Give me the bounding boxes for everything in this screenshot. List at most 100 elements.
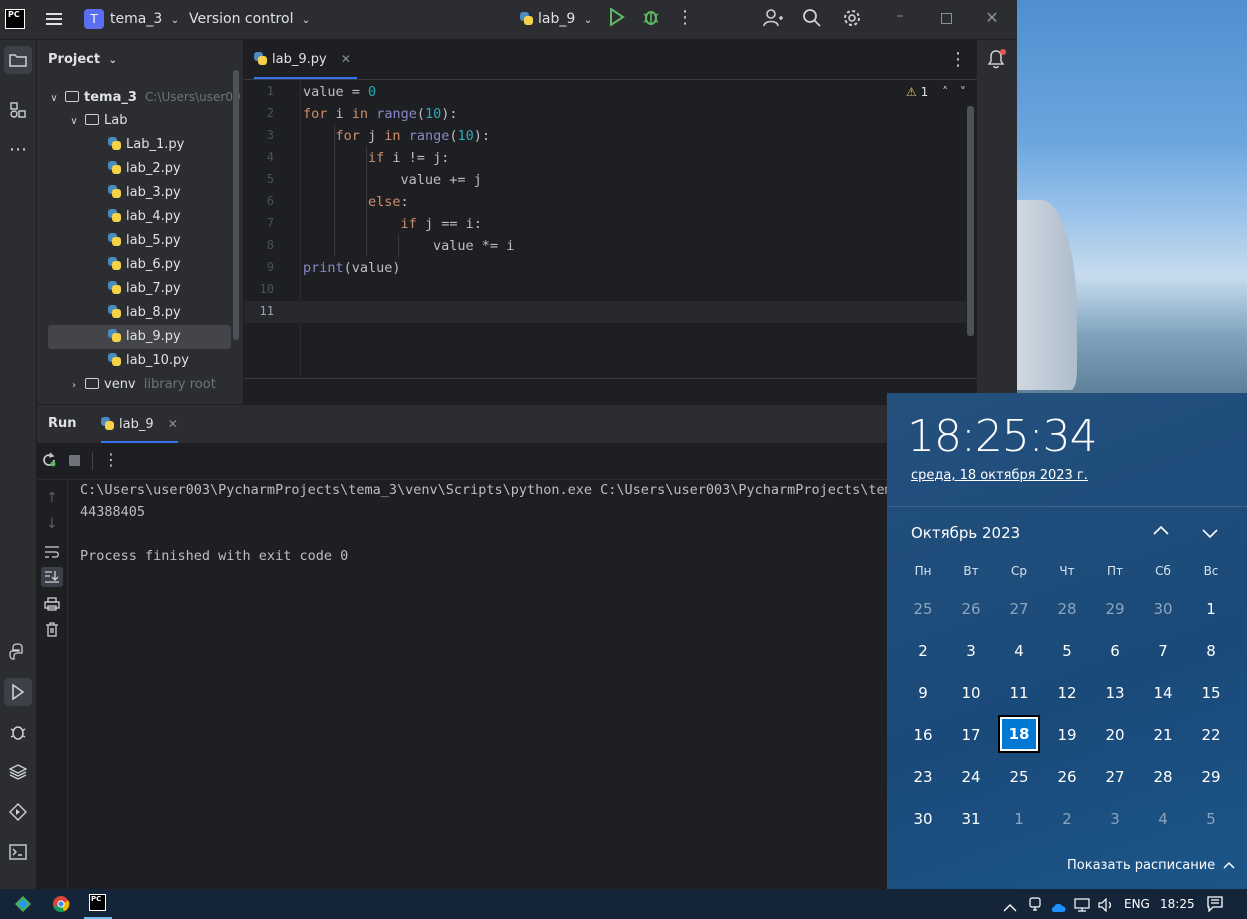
- calendar-day[interactable]: 21: [1139, 714, 1187, 756]
- tree-file-item[interactable]: lab_10.py: [48, 349, 231, 373]
- scroll-down-button[interactable]: ↓: [46, 516, 58, 532]
- taskbar-app-pycharm[interactable]: PC: [84, 889, 112, 919]
- maximize-button[interactable]: [936, 8, 956, 30]
- tray-volume-icon[interactable]: [1098, 897, 1114, 916]
- calendar-day[interactable]: 23: [899, 756, 947, 798]
- notification-center-button[interactable]: [1207, 896, 1223, 916]
- calendar-day[interactable]: 28: [1043, 588, 1091, 630]
- calendar-day[interactable]: 29: [1091, 588, 1139, 630]
- calendar-day[interactable]: 26: [947, 588, 995, 630]
- tray-network-icon[interactable]: [1074, 897, 1090, 916]
- structure-tool-button[interactable]: [4, 96, 32, 124]
- close-button[interactable]: ✕: [982, 8, 1002, 30]
- calendar-day[interactable]: 30: [1139, 588, 1187, 630]
- calendar-day[interactable]: 26: [1043, 756, 1091, 798]
- tray-meet-icon[interactable]: [1028, 896, 1042, 916]
- tree-file-item[interactable]: lab_8.py: [48, 301, 231, 325]
- calendar-day[interactable]: 28: [1139, 756, 1187, 798]
- calendar-day[interactable]: 1: [1187, 588, 1235, 630]
- close-icon[interactable]: ✕: [341, 52, 351, 66]
- chevron-up-icon[interactable]: ˄: [942, 85, 948, 99]
- services-tool-button[interactable]: [4, 798, 32, 826]
- calendar-day[interactable]: 27: [995, 588, 1043, 630]
- calendar-day[interactable]: 16: [899, 714, 947, 756]
- run-button[interactable]: [606, 7, 628, 30]
- calendar-day[interactable]: 2: [899, 630, 947, 672]
- debug-button[interactable]: [640, 8, 662, 30]
- calendar-month[interactable]: Октябрь 2023: [911, 524, 1020, 542]
- editor-tab[interactable]: lab_9.py ✕: [254, 40, 357, 79]
- calendar-day[interactable]: 9: [899, 672, 947, 714]
- calendar-day[interactable]: 2: [1043, 798, 1091, 840]
- notifications-button[interactable]: [985, 48, 1007, 74]
- taskbar-app-chrome[interactable]: [52, 895, 70, 917]
- tray-chevron-up-icon[interactable]: [1003, 898, 1017, 917]
- debug-tool-button[interactable]: [4, 718, 32, 746]
- tree-file-item[interactable]: lab_4.py: [48, 205, 231, 229]
- calendar-day[interactable]: 8: [1187, 630, 1235, 672]
- more-tools-button[interactable]: ⋯: [4, 136, 32, 164]
- calendar-day[interactable]: 7: [1139, 630, 1187, 672]
- calendar-day[interactable]: 15: [1187, 672, 1235, 714]
- calendar-day[interactable]: 12: [1043, 672, 1091, 714]
- project-panel-title[interactable]: Project ⌄: [48, 48, 117, 72]
- calendar-day[interactable]: 25: [899, 588, 947, 630]
- language-indicator[interactable]: ENG: [1124, 889, 1150, 919]
- calendar-day[interactable]: 1: [995, 798, 1043, 840]
- tree-folder-venv[interactable]: › venv library root: [67, 373, 216, 397]
- project-switcher[interactable]: tema_3 ⌄: [110, 0, 179, 39]
- clock-date-link[interactable]: среда, 18 октября 2023 г.: [911, 468, 1088, 483]
- project-tool-button[interactable]: [4, 46, 32, 74]
- calendar-day[interactable]: 5: [1043, 630, 1091, 672]
- vcs-menu[interactable]: Version control ⌄: [189, 0, 310, 39]
- run-tool-button[interactable]: [4, 678, 32, 706]
- calendar-day[interactable]: 14: [1139, 672, 1187, 714]
- run-more-button[interactable]: ⋮: [103, 450, 119, 469]
- soft-wrap-button[interactable]: [44, 544, 60, 563]
- tree-file-item[interactable]: Lab_1.py: [48, 133, 231, 157]
- calendar-day-today[interactable]: 18: [998, 715, 1040, 753]
- tree-folder-lab[interactable]: ∨ Lab: [67, 109, 127, 133]
- tray-onedrive-icon[interactable]: [1050, 898, 1068, 917]
- layers-tool-button[interactable]: [4, 758, 32, 786]
- tree-file-item[interactable]: lab_9.py: [48, 325, 231, 349]
- show-schedule-button[interactable]: Показать расписание: [1067, 858, 1235, 873]
- close-icon[interactable]: ✕: [168, 417, 178, 431]
- calendar-day[interactable]: 19: [1043, 714, 1091, 756]
- calendar-day[interactable]: 3: [947, 630, 995, 672]
- tree-file-item[interactable]: lab_6.py: [48, 253, 231, 277]
- chevron-down-icon[interactable]: ˅: [960, 85, 966, 99]
- calendar-day[interactable]: 24: [947, 756, 995, 798]
- calendar-day[interactable]: 11: [995, 672, 1043, 714]
- tree-file-item[interactable]: lab_5.py: [48, 229, 231, 253]
- calendar-day[interactable]: 3: [1091, 798, 1139, 840]
- terminal-tool-button[interactable]: [4, 838, 32, 866]
- calendar-day[interactable]: 4: [1139, 798, 1187, 840]
- editor-scrollbar[interactable]: [967, 106, 974, 336]
- calendar-day[interactable]: 31: [947, 798, 995, 840]
- calendar-day[interactable]: 5: [1187, 798, 1235, 840]
- main-menu-icon[interactable]: [46, 10, 62, 28]
- run-tab[interactable]: lab_9 ✕: [101, 405, 178, 443]
- tree-root[interactable]: ∨ tema_3 C:\Users\user00: [47, 85, 240, 109]
- calendar-day[interactable]: 29: [1187, 756, 1235, 798]
- run-config-selector[interactable]: lab_9 ⌄: [520, 0, 592, 39]
- calendar-day[interactable]: 22: [1187, 714, 1235, 756]
- calendar-day[interactable]: 20: [1091, 714, 1139, 756]
- calendar-day[interactable]: 4: [995, 630, 1043, 672]
- minimize-button[interactable]: –: [890, 8, 910, 30]
- taskbar-app-git[interactable]: [14, 895, 32, 917]
- search-button[interactable]: [801, 8, 823, 30]
- prev-month-button[interactable]: [1152, 521, 1170, 540]
- scroll-up-button[interactable]: ↑: [46, 490, 58, 506]
- calendar-day[interactable]: 13: [1091, 672, 1139, 714]
- calendar-day[interactable]: 25: [995, 756, 1043, 798]
- add-user-button[interactable]: [762, 8, 784, 30]
- rerun-button[interactable]: [41, 452, 59, 470]
- tab-options-button[interactable]: ⋮: [949, 49, 967, 70]
- calendar-day[interactable]: 10: [947, 672, 995, 714]
- calendar-day[interactable]: 6: [1091, 630, 1139, 672]
- clear-button[interactable]: [45, 622, 59, 641]
- tree-file-item[interactable]: lab_3.py: [48, 181, 231, 205]
- settings-button[interactable]: [841, 8, 863, 30]
